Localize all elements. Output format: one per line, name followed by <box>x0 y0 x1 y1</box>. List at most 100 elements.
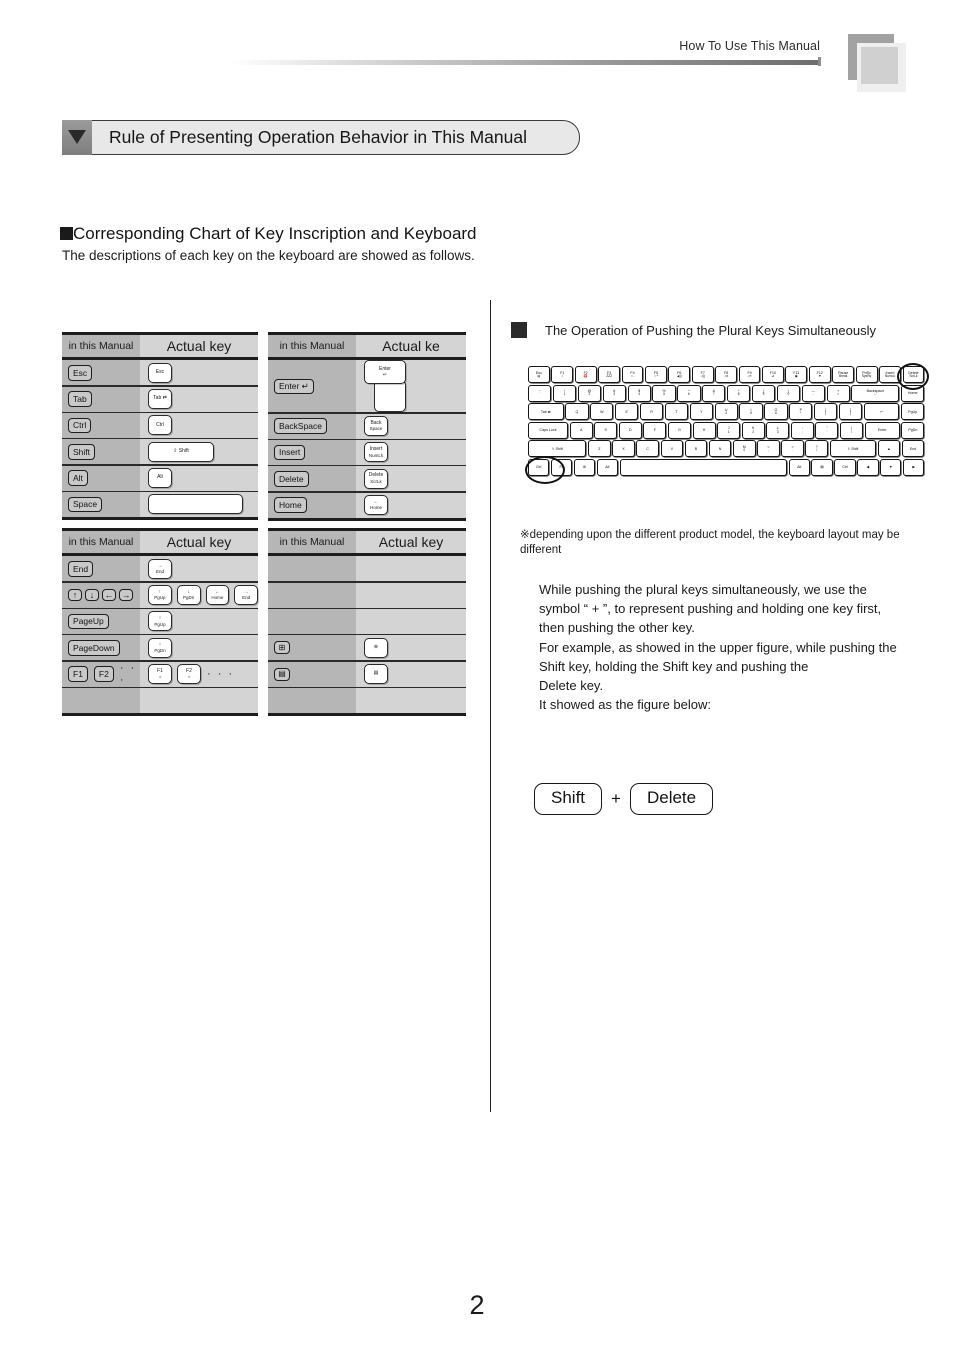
manual-key-chip: Alt <box>68 470 88 486</box>
keyboard-key: O6 <box>764 403 788 421</box>
cell-actual: ↑ PgUp <box>140 608 258 634</box>
keyboard-key: C <box>636 440 659 458</box>
cell-actual: ⊕ <box>356 635 466 661</box>
keyboard-key-sublabel: / <box>816 448 818 453</box>
table-row: PageUp ↑ PgUp <box>62 608 258 634</box>
cell-actual: ← Home <box>356 492 466 518</box>
right-heading-text: The Operation of Pushing the Plural Keys… <box>545 322 876 338</box>
section-banner: Rule of Presenting Operation Behavior in… <box>62 120 580 155</box>
keyboard-key-sublabel: 5 <box>750 410 752 415</box>
keyboard-key: Backspace ← <box>851 384 900 402</box>
keyboard-key-sublabel: ⏯ <box>771 373 775 378</box>
actual-key-top-label: ▤ <box>373 670 379 677</box>
actual-key-bottom-label: ScrLk <box>370 479 382 485</box>
keyboard-key: Q <box>565 403 589 421</box>
keyboard-key-sublabel: ; <box>801 429 803 434</box>
keyboard-key: L3 <box>766 421 790 439</box>
keyboard-key: Tab ⇄ <box>528 403 564 421</box>
keyboard-key: T <box>664 403 689 421</box>
keyboard-function-row: Esc ▤ F1 ♪ F2 ♈ F3 ZZZ F4 ☼- F5 ☼+ F6 ◀)) F7 ◁)) F8 ◁x F9 ◁… <box>528 366 926 383</box>
keyboard-key-sublabel: NumLk <box>884 373 896 378</box>
enter-key-lower <box>374 380 406 413</box>
actual-key-graphic: ↑ PgUp <box>148 585 172 606</box>
actual-key-graphic: Tab ⇄ <box>148 389 172 410</box>
manual-key-chip: Insert <box>274 444 306 461</box>
column-divider <box>490 300 492 1112</box>
table-row: ⊞ ⊕ <box>268 635 466 661</box>
cell-manual: Home <box>268 492 356 518</box>
manual-key-chip: Ctrl <box>68 417 92 434</box>
keyboard-key-label: End <box>909 446 917 451</box>
page-header: How To Use This Manual <box>0 0 954 110</box>
body-copy: While pushing the plural keys simultaneo… <box>539 580 939 715</box>
keyboard-key-label: T <box>675 409 678 414</box>
keyboard-key-sublabel: - <box>812 392 814 397</box>
keyboard-key-sublabel: ' <box>826 429 828 434</box>
keyboard-key: H <box>692 421 716 439</box>
keyboard-key-label: G <box>678 428 681 433</box>
actual-key-bottom-label: End <box>242 595 251 601</box>
keyboard-key: J1 <box>717 421 741 439</box>
keyboard-key: M0 <box>732 440 756 458</box>
keyboard-key-sublabel: ☼+ <box>653 373 659 378</box>
table-header-row: in this Manual Actual ke <box>268 335 466 358</box>
square-bullet-icon <box>60 227 73 240</box>
actual-key-graphic: → End <box>234 585 258 606</box>
actual-key-graphic: Delete ScrLk <box>364 468 388 489</box>
keyboard-key: @2 <box>577 384 602 402</box>
actual-key-top-label: ⇧ Shift <box>173 447 189 454</box>
keyboard-key: D <box>618 421 642 439</box>
table-4: in this Manual Actual key ⊞ ⊕ ▤ ▤ <box>268 528 466 717</box>
keyboard-key: Pause Break <box>832 366 855 383</box>
manual-key-chip: End <box>68 561 94 577</box>
keyboard-key: ? / <box>805 440 828 458</box>
keyboard-key: F12 ▼ <box>808 366 831 383</box>
actual-key-top-label: ⊕ <box>373 643 379 650</box>
column-header-actual: Actual key <box>140 531 258 554</box>
banner-title: Rule of Presenting Operation Behavior in… <box>109 127 527 147</box>
cell-manual: Tab <box>62 386 140 412</box>
body-copy-line: While pushing the plural keys simultaneo… <box>539 582 867 597</box>
table-row <box>268 582 466 608</box>
column-header-manual: in this Manual <box>62 531 140 554</box>
actual-key-graphic: ↓ PgDn <box>176 585 201 606</box>
keyboard-key-sublabel: ] <box>850 410 851 415</box>
table-row: ▤ ▤ <box>268 661 466 687</box>
square-bullet-icon <box>511 322 527 338</box>
keyboard-key: W <box>590 403 614 421</box>
keyboard-key-label: C <box>646 446 649 451</box>
keyboard-key: Insert NumLk <box>879 366 901 383</box>
cell-actual: Tab ⇄ <box>140 386 258 412</box>
keyboard-key: ▤ <box>811 458 833 476</box>
keyboard-key: ▶ <box>903 458 925 476</box>
keyboard-key-label: E <box>625 409 628 414</box>
keyboard-key-label: W <box>600 409 604 414</box>
keyboard-key-label: ▤ <box>820 465 824 470</box>
keyboard-key: N <box>708 440 732 458</box>
keyboard-key-sublabel: , <box>767 448 769 453</box>
keyboard-diagram: Esc ▤ F1 ♪ F2 ♈ F3 ZZZ F4 ☼- F5 ☼+ F6 ◀)) F7 ◁)) F8 ◁x F9 ◁… <box>525 363 929 511</box>
keyboard-key-sublabel: ` <box>539 392 541 397</box>
keyboard-key-label: R <box>650 409 653 414</box>
keyboard-key-label: ↵ <box>880 409 884 414</box>
keyboard-key-sublabel: 0 <box>787 392 790 397</box>
keyboard-key-label: ▶ <box>912 465 916 470</box>
keyboard-key-label: N <box>718 446 722 451</box>
keyboard-key: {[ <box>814 403 838 421</box>
cell-actual: Insert NumLk <box>356 439 466 465</box>
body-copy-line: then pushing the other key. <box>539 620 695 636</box>
table-row-rule <box>62 516 258 521</box>
header-tick-mark <box>818 57 821 66</box>
keyboard-key: Enter <box>864 421 900 439</box>
actual-key-bottom-label: PgUp <box>154 621 166 627</box>
cell-actual: Alt <box>140 465 258 491</box>
keyboard-key-label: Home <box>907 391 918 396</box>
body-copy-line: Shift key, holding the Shift key and pus… <box>539 658 809 674</box>
actual-key-graphic: ← Home <box>364 495 388 516</box>
column-header-manual: in this Manual <box>62 335 140 358</box>
manual-key-chip: Space <box>68 496 103 513</box>
actual-key-top-label: Alt <box>157 474 163 481</box>
table-row <box>268 687 466 713</box>
column-header-manual: in this Manual <box>268 335 356 358</box>
keyboard-key-sublabel: 4 <box>638 392 641 397</box>
